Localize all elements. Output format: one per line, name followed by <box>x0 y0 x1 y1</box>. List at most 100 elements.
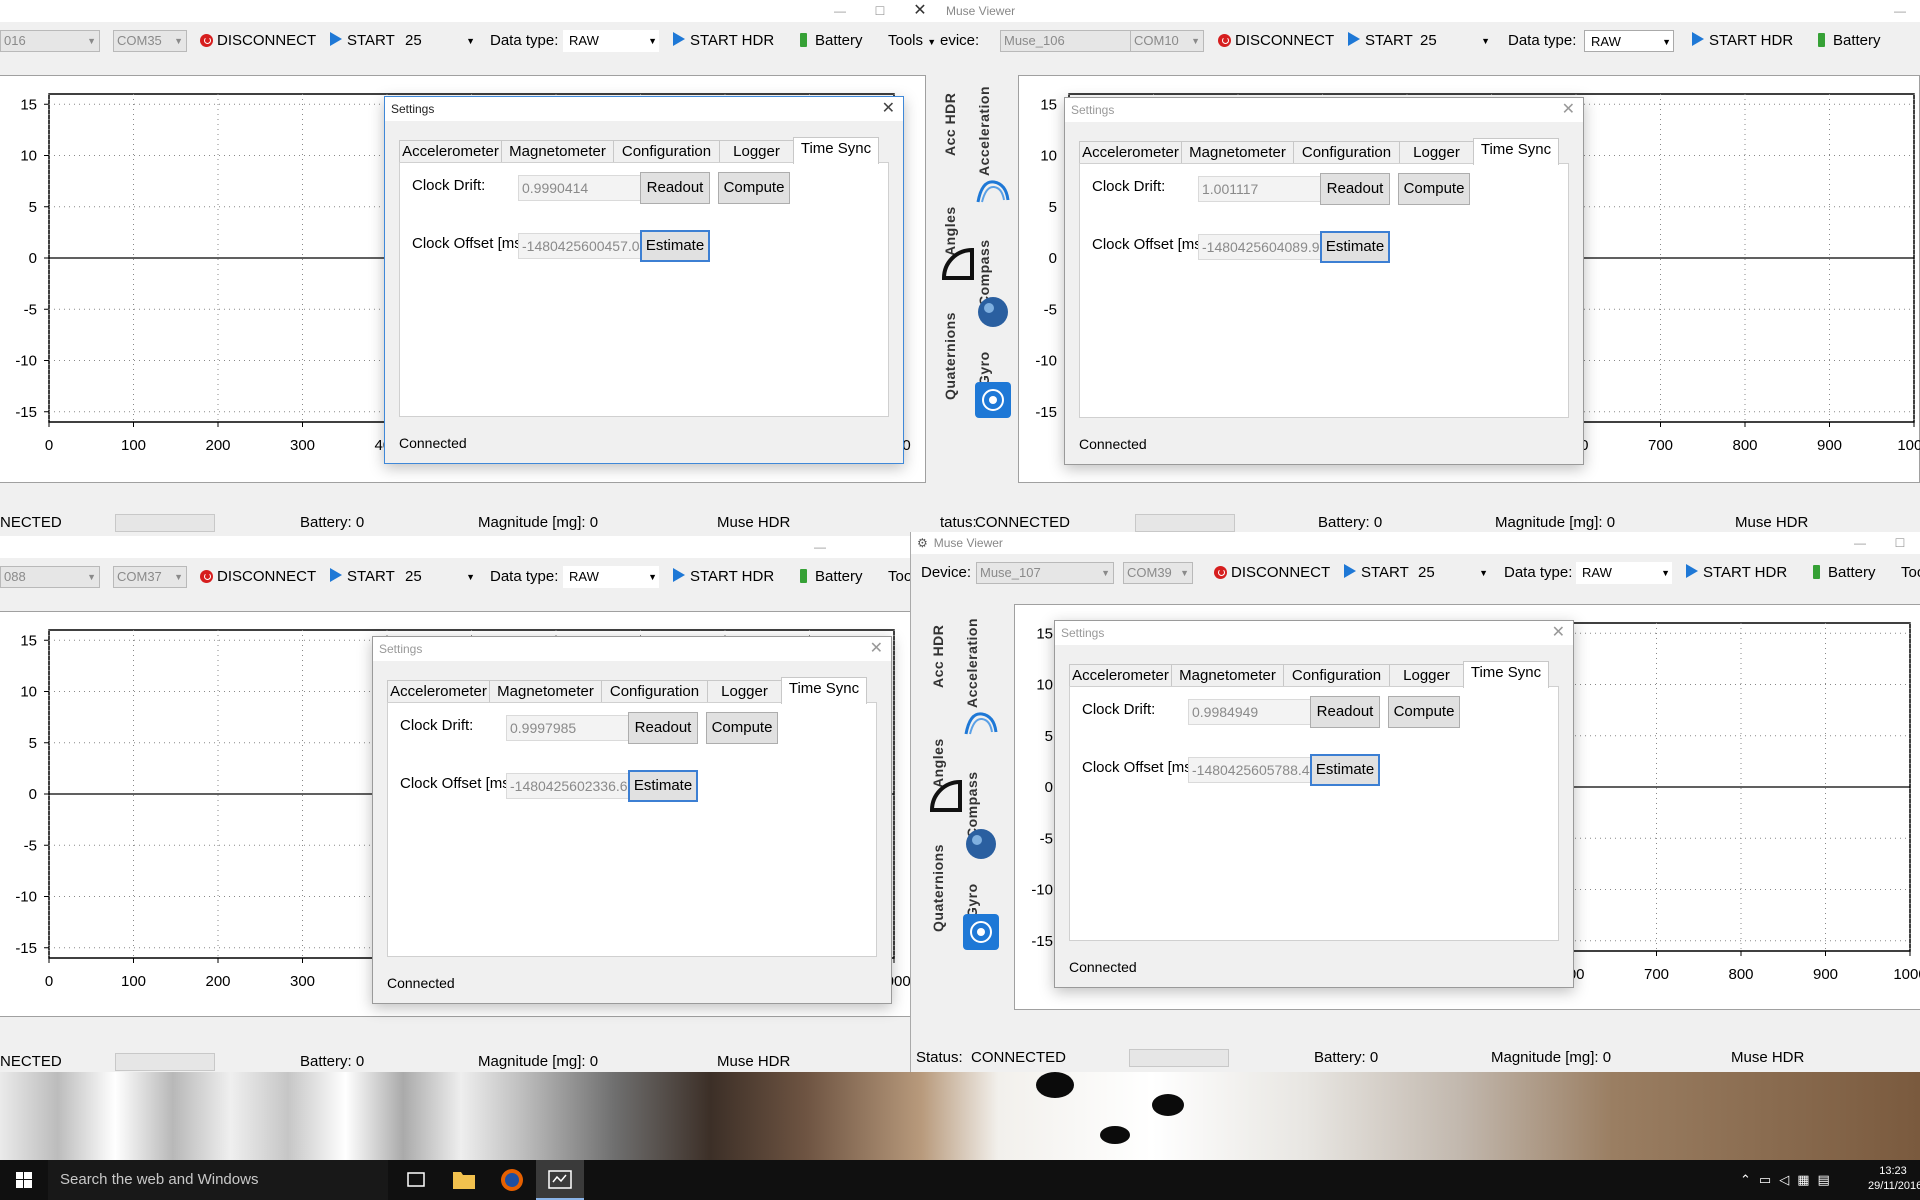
task-view-button[interactable] <box>392 1160 440 1200</box>
estimate-button[interactable]: Estimate <box>628 770 698 802</box>
tab-configuration[interactable]: Configuration <box>1283 664 1390 687</box>
magnitude-status: Magnitude [mg]: 0 <box>1491 1049 1612 1066</box>
maximize-button[interactable]: ☐ <box>1880 532 1920 554</box>
estimate-button[interactable]: Estimate <box>640 230 710 262</box>
readout-button[interactable]: Readout <box>628 712 698 744</box>
view-sidebar: Acc HDR Acceleration Angles Compass Quat… <box>940 68 1016 428</box>
tab-time-sync[interactable]: Time Sync <box>1473 138 1559 165</box>
estimate-button[interactable]: Estimate <box>1310 754 1380 786</box>
port-select[interactable]: COM37 ▼ <box>113 566 187 588</box>
readout-button[interactable]: Readout <box>1310 696 1380 728</box>
datatype-value: RAW <box>569 33 599 48</box>
datatype-select[interactable]: RAW ▼ <box>1576 562 1672 584</box>
maximize-button[interactable]: ☐ <box>860 0 900 22</box>
taskbar-firefox[interactable] <box>488 1160 536 1200</box>
datatype-select[interactable]: RAW ▼ <box>563 566 659 588</box>
start-hdr-button[interactable]: START HDR <box>673 567 774 587</box>
tools-menu[interactable]: Too <box>888 567 912 587</box>
tab-acc-hdr[interactable]: Acc HDR <box>942 76 958 156</box>
tab-configuration[interactable]: Configuration <box>601 680 708 703</box>
start-button[interactable] <box>0 1160 48 1200</box>
tab-magnetometer[interactable]: Magnetometer <box>489 680 602 703</box>
battery-button[interactable]: Battery <box>1813 563 1876 583</box>
battery-button[interactable]: Battery <box>800 31 863 51</box>
clock[interactable]: 13:23 29/11/2016 <box>1868 1164 1920 1194</box>
start-button[interactable]: START <box>1344 563 1409 583</box>
taskbar-file-explorer[interactable] <box>440 1160 488 1200</box>
port-select[interactable]: COM10 ▼ <box>1130 30 1204 52</box>
tab-magnetometer[interactable]: Magnetometer <box>501 140 614 163</box>
start-button[interactable]: START <box>330 567 395 587</box>
tab-magnetometer[interactable]: Magnetometer <box>1171 664 1284 687</box>
disconnect-button[interactable]: DISCONNECT <box>200 31 316 51</box>
tab-gyro[interactable]: Gyro <box>964 868 980 918</box>
start-button[interactable]: START <box>330 31 395 51</box>
disconnect-button[interactable]: DISCONNECT <box>200 567 316 587</box>
tab-accelerometer[interactable]: Accelerometer <box>1069 664 1172 687</box>
tab-acceleration[interactable]: Acceleration <box>976 76 992 176</box>
start-label: START <box>1365 32 1413 49</box>
readout-button[interactable]: Readout <box>640 172 710 204</box>
compute-button[interactable]: Compute <box>706 712 778 744</box>
tab-logger[interactable]: Logger <box>1389 664 1464 687</box>
tab-magnetometer[interactable]: Magnetometer <box>1181 141 1294 164</box>
taskbar-muse-viewer[interactable] <box>536 1160 584 1200</box>
compute-button[interactable]: Compute <box>1388 696 1460 728</box>
device-select[interactable]: 016 ▼ <box>0 30 100 52</box>
tab-time-sync[interactable]: Time Sync <box>793 137 879 164</box>
search-box[interactable]: Search the web and Windows <box>48 1160 388 1200</box>
tab-configuration[interactable]: Configuration <box>1293 141 1400 164</box>
readout-button[interactable]: Readout <box>1320 173 1390 205</box>
minimize-button[interactable]: — <box>1880 0 1920 22</box>
tab-time-sync[interactable]: Time Sync <box>781 677 867 704</box>
close-icon[interactable]: ✕ <box>882 97 895 121</box>
tab-quaternions[interactable]: Quaternions <box>942 290 958 400</box>
close-icon[interactable]: ✕ <box>870 637 883 661</box>
system-tray[interactable]: ⌃▭◁▦▤ <box>1740 1160 1838 1200</box>
rate-select[interactable]: 25 ▼ <box>1418 563 1488 583</box>
tab-logger[interactable]: Logger <box>1399 141 1474 164</box>
rate-select[interactable]: 25 ▼ <box>405 567 475 587</box>
tab-time-sync[interactable]: Time Sync <box>1463 661 1549 688</box>
tab-accelerometer[interactable]: Accelerometer <box>1079 141 1182 164</box>
tab-gyro[interactable]: Gyro <box>976 336 992 386</box>
start-hdr-button[interactable]: START HDR <box>1692 31 1793 51</box>
disconnect-button[interactable]: DISCONNECT <box>1214 563 1330 583</box>
tab-accelerometer[interactable]: Accelerometer <box>399 140 502 163</box>
minimize-button[interactable]: — <box>800 536 840 558</box>
start-hdr-button[interactable]: START HDR <box>673 31 774 51</box>
tab-configuration[interactable]: Configuration <box>613 140 720 163</box>
port-select[interactable]: COM35 ▼ <box>113 30 187 52</box>
disconnect-button[interactable]: DISCONNECT <box>1218 31 1334 51</box>
device-select[interactable]: 088 ▼ <box>0 566 100 588</box>
port-select[interactable]: COM39 ▼ <box>1123 562 1193 584</box>
tab-acc-hdr[interactable]: Acc HDR <box>930 608 946 688</box>
battery-button[interactable]: Battery <box>1818 31 1881 51</box>
minimize-button[interactable]: — <box>820 0 860 22</box>
tab-acceleration[interactable]: Acceleration <box>964 608 980 708</box>
rate-select[interactable]: 25 ▼ <box>405 31 475 51</box>
y-tick-label: 0 <box>29 250 37 267</box>
datatype-select[interactable]: RAW ▼ <box>563 30 659 52</box>
compute-button[interactable]: Compute <box>1398 173 1470 205</box>
tab-logger[interactable]: Logger <box>707 680 782 703</box>
minimize-button[interactable]: — <box>1840 532 1880 554</box>
device-select[interactable]: Muse_107 ▼ <box>976 562 1114 584</box>
tab-quaternions[interactable]: Quaternions <box>930 822 946 932</box>
battery-button[interactable]: Battery <box>800 567 863 587</box>
start-button[interactable]: START <box>1348 31 1413 51</box>
close-icon[interactable]: ✕ <box>1552 621 1565 645</box>
start-hdr-button[interactable]: START HDR <box>1686 563 1787 583</box>
y-tick-label: 10 <box>1040 148 1057 165</box>
close-icon[interactable]: ✕ <box>1562 98 1575 122</box>
tab-logger[interactable]: Logger <box>719 140 794 163</box>
close-button[interactable]: ✕ <box>900 0 940 22</box>
datatype-select[interactable]: RAW ▼ <box>1584 30 1674 52</box>
compute-button[interactable]: Compute <box>718 172 790 204</box>
x-tick-label: 800 <box>1728 966 1753 983</box>
tab-accelerometer[interactable]: Accelerometer <box>387 680 490 703</box>
tools-menu[interactable]: Too <box>1901 563 1920 583</box>
estimate-button[interactable]: Estimate <box>1320 231 1390 263</box>
tools-menu[interactable]: Tools ▼ <box>888 31 936 51</box>
rate-select[interactable]: 25 ▼ <box>1420 31 1490 51</box>
